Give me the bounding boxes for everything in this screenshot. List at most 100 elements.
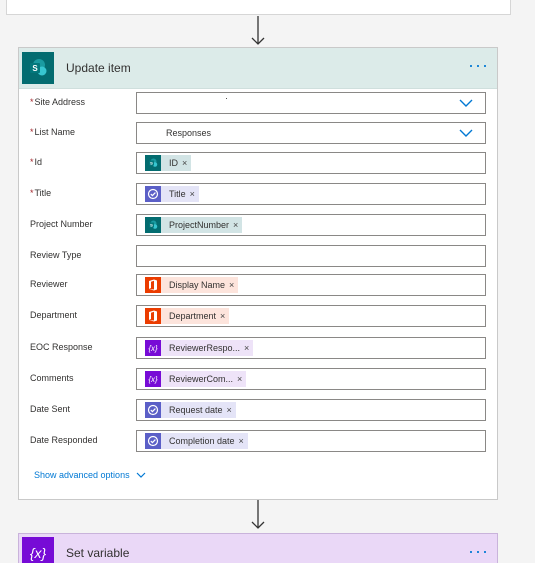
dropdown-value: Responses: [166, 128, 212, 138]
required-marker: *: [30, 188, 34, 198]
office-icon: [145, 308, 161, 324]
field-label-department: Department: [30, 310, 77, 320]
field-row-eoc-response: EOC Response {x} ReviewerRespo... ×: [19, 337, 499, 359]
field-row-comments: Comments {x} ReviewerCom... ×: [19, 368, 499, 390]
input-comments[interactable]: {x} ReviewerCom... ×: [136, 368, 486, 390]
variable-icon: {x}: [22, 537, 54, 563]
token-label: ID: [161, 155, 182, 171]
approvals-icon: [145, 186, 161, 202]
field-label-comments: Comments: [30, 373, 74, 383]
set-variable-card[interactable]: {x} Set variable ···: [18, 533, 498, 563]
remove-token-icon[interactable]: ×: [226, 402, 236, 418]
token-label: ReviewerCom...: [161, 371, 238, 387]
more-options-button[interactable]: ···: [468, 56, 489, 74]
dropdown-site-address[interactable]: ·: [136, 92, 486, 114]
office-icon: [145, 277, 161, 293]
input-title[interactable]: Title ×: [136, 183, 486, 205]
field-label-text: List Name: [34, 127, 76, 137]
remove-token-icon[interactable]: ×: [182, 155, 192, 171]
remove-token-icon[interactable]: ×: [189, 186, 199, 202]
required-marker: *: [30, 127, 34, 137]
field-label-reviewer: Reviewer: [30, 279, 68, 289]
svg-text:S: S: [150, 223, 153, 228]
remove-token-icon[interactable]: ×: [233, 217, 243, 233]
show-advanced-options-link[interactable]: Show advanced options: [34, 470, 146, 480]
token-label: Display Name: [161, 277, 230, 293]
token-comments[interactable]: {x} ReviewerCom... ×: [145, 371, 247, 387]
input-review-type[interactable]: [136, 245, 486, 267]
field-label-text: Review Type: [30, 250, 82, 260]
token-date-responded[interactable]: Completion date ×: [145, 433, 248, 449]
update-item-header[interactable]: S Update item ···: [19, 48, 497, 89]
token-label: Completion date: [161, 433, 239, 449]
field-row-list-name: *List Name Responses: [19, 122, 499, 144]
field-label-text: Department: [30, 310, 78, 320]
approvals-icon: [145, 402, 161, 418]
previous-action-card[interactable]: [6, 0, 511, 15]
field-row-department: Department Department ×: [19, 305, 499, 327]
field-label-text: Title: [34, 188, 52, 198]
input-date-sent[interactable]: Request date ×: [136, 399, 486, 421]
field-label-date-sent: Date Sent: [30, 404, 70, 414]
input-project-number[interactable]: S ProjectNumber ×: [136, 214, 486, 236]
field-label-review-type: Review Type: [30, 250, 81, 260]
remove-token-icon[interactable]: ×: [237, 371, 247, 387]
token-label: Department: [161, 308, 221, 324]
token-reviewer[interactable]: Display Name ×: [145, 277, 239, 293]
token-label: ProjectNumber: [161, 217, 234, 233]
token-label: Request date: [161, 402, 227, 418]
token-label: Title: [161, 186, 190, 202]
sharepoint-icon: S: [22, 52, 54, 84]
update-item-title: Update item: [66, 61, 131, 75]
input-eoc-response[interactable]: {x} ReviewerRespo... ×: [136, 337, 486, 359]
field-label-text: Reviewer: [30, 279, 68, 289]
input-department[interactable]: Department ×: [136, 305, 486, 327]
variable-icon: {x}: [145, 340, 161, 356]
connector-arrow-icon: [251, 16, 265, 45]
token-label: ReviewerRespo...: [161, 340, 245, 356]
field-label-text: Site Address: [34, 97, 86, 107]
field-row-date-responded: Date Responded Completion date ×: [19, 430, 499, 452]
field-label-text: Id: [34, 157, 43, 167]
show-advanced-options-label: Show advanced options: [34, 470, 130, 480]
field-label-text: EOC Response: [30, 342, 93, 352]
field-label-title: *Title: [30, 188, 51, 198]
token-title[interactable]: Title ×: [145, 186, 199, 202]
token-date-sent[interactable]: Request date ×: [145, 402, 236, 418]
token-project-number[interactable]: S ProjectNumber ×: [145, 217, 243, 233]
svg-text:S: S: [150, 161, 153, 166]
chevron-down-icon[interactable]: [459, 127, 473, 139]
field-label-site-address: *Site Address: [30, 97, 85, 107]
field-row-title: *Title Title ×: [19, 183, 499, 205]
field-label-text: Date Responded: [30, 435, 98, 445]
remove-token-icon[interactable]: ×: [229, 277, 239, 293]
remove-token-icon[interactable]: ×: [220, 308, 230, 324]
field-label-text: Date Sent: [30, 404, 71, 414]
variable-icon: {x}: [145, 371, 161, 387]
field-row-date-sent: Date Sent Request date ×: [19, 399, 499, 421]
sharepoint-icon: S: [145, 217, 161, 233]
token-id[interactable]: S ID ×: [145, 155, 192, 171]
dropdown-value: ·: [225, 93, 229, 103]
field-row-id: *Id S ID ×: [19, 152, 499, 174]
input-id[interactable]: S ID ×: [136, 152, 486, 174]
token-eoc-response[interactable]: {x} ReviewerRespo... ×: [145, 340, 254, 356]
chevron-down-icon: [136, 472, 146, 478]
field-label-text: Comments: [30, 373, 74, 383]
input-reviewer[interactable]: Display Name ×: [136, 274, 486, 296]
field-row-review-type: Review Type: [19, 245, 499, 267]
field-label-eoc-response: EOC Response: [30, 342, 93, 352]
token-department[interactable]: Department ×: [145, 308, 230, 324]
chevron-down-icon[interactable]: [459, 97, 473, 109]
field-row-site-address: *Site Address ·: [19, 92, 499, 114]
field-row-project-number: Project Number S ProjectNumber ×: [19, 214, 499, 236]
required-marker: *: [30, 157, 34, 167]
remove-token-icon[interactable]: ×: [244, 340, 254, 356]
field-label-text: Project Number: [30, 219, 93, 229]
field-label-project-number: Project Number: [30, 219, 93, 229]
remove-token-icon[interactable]: ×: [238, 433, 248, 449]
field-label-id: *Id: [30, 157, 42, 167]
input-date-responded[interactable]: Completion date ×: [136, 430, 486, 452]
dropdown-list-name[interactable]: Responses: [136, 122, 486, 144]
more-options-button[interactable]: ···: [468, 542, 489, 560]
